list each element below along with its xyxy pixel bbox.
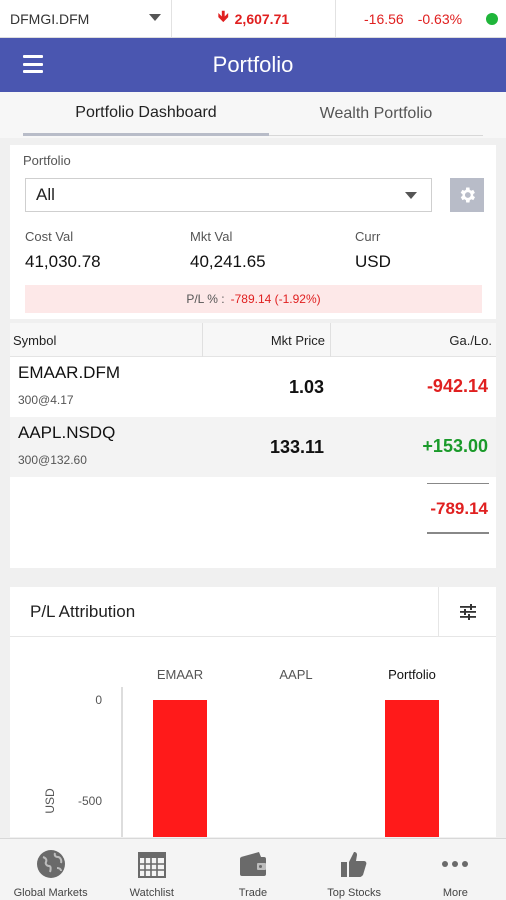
currency-label: Curr — [355, 229, 381, 244]
nav-trade[interactable]: Trade — [202, 839, 303, 900]
cost-val-label: Cost Val — [25, 229, 74, 244]
more-dots-icon — [442, 861, 469, 867]
tab-bar: Portfolio Dashboard Wealth Portfolio — [0, 92, 506, 138]
bar — [385, 700, 439, 837]
globe-icon — [36, 850, 65, 878]
nav-label: Watchlist — [129, 887, 174, 899]
ticker-symbol: DFMGI.DFM — [10, 10, 90, 27]
row-gain-loss: -942.14 — [426, 376, 488, 396]
portfolio-label: Portfolio — [23, 153, 71, 168]
nav-top-stocks[interactable]: Top Stocks — [304, 839, 405, 900]
calendar-grid-icon — [137, 852, 166, 878]
y-tick-label: 0 — [95, 693, 102, 707]
nav-more[interactable]: More — [405, 839, 506, 900]
currency-stat: Curr USD — [355, 229, 391, 272]
portfolio-select[interactable]: All — [25, 178, 432, 212]
portfolio-summary-card: Portfolio All Cost Val 41,030.78 Mkt Val… — [10, 145, 496, 319]
hamburger-menu-icon[interactable] — [23, 55, 43, 73]
row-symbol: AAPL.NSDQ — [18, 423, 116, 442]
tab-portfolio-dashboard[interactable]: Portfolio Dashboard — [23, 92, 269, 136]
ticker-change: -16.56 -0.63% — [336, 11, 506, 27]
row-symbol: EMAAR.DFM — [18, 363, 120, 382]
chevron-down-icon — [405, 192, 417, 199]
y-axis-label: USD — [43, 788, 57, 814]
chart-filter-button[interactable] — [438, 587, 496, 637]
nav-label: Trade — [238, 887, 268, 899]
app-header: Portfolio — [0, 38, 506, 92]
bottom-navigation: Global Markets Watchlist Trade Top Stock… — [0, 838, 506, 900]
x-category-label: AAPL — [279, 667, 312, 682]
nav-watchlist[interactable]: Watchlist — [101, 839, 202, 900]
column-divider — [330, 323, 331, 357]
pl-attribution-header: P/L Attribution — [10, 587, 496, 637]
ticker-bar: DFMGI.DFM 🡻 2,607.71 -16.56 -0.63% — [0, 0, 506, 38]
ticker-change-value: -16.56 — [364, 10, 404, 27]
pl-attribution-title: P/L Attribution — [30, 602, 136, 621]
nav-label: More — [442, 887, 468, 899]
column-header-gain-loss[interactable]: Ga./Lo. — [449, 333, 492, 348]
ticker-last-price: 🡻 2,607.71 — [172, 0, 336, 37]
table-row[interactable]: EMAAR.DFM 300@4.17 1.03 -942.14 — [10, 357, 496, 417]
nav-label: Top Stocks — [327, 887, 382, 899]
column-header-mkt-price[interactable]: Mkt Price — [203, 333, 327, 348]
ticker-change-pct: -0.63% — [417, 10, 463, 27]
sliders-icon — [459, 604, 476, 620]
mkt-val-stat: Mkt Val 40,241.65 — [190, 229, 266, 272]
pl-attribution-chart: 0 -500 USD EMAAR AAPL Portfolio — [10, 637, 496, 837]
row-mkt-price: 133.11 — [269, 437, 324, 457]
total-divider — [427, 483, 489, 484]
cost-val-value: 41,030.78 — [25, 252, 101, 271]
row-holding: 300@4.17 — [18, 393, 74, 407]
row-mkt-price: 1.03 — [288, 377, 324, 397]
chevron-down-icon — [149, 14, 161, 21]
tab-wealth-portfolio[interactable]: Wealth Portfolio — [269, 92, 483, 136]
ticker-symbol-select[interactable]: DFMGI.DFM — [0, 0, 172, 37]
nav-global-markets[interactable]: Global Markets — [0, 839, 101, 900]
ticker-last-value: 2,607.71 — [234, 10, 290, 27]
row-holding: 300@132.60 — [18, 453, 87, 467]
portfolio-settings-button[interactable] — [450, 178, 484, 212]
market-status-indicator — [486, 13, 498, 25]
x-category-label: Portfolio — [388, 667, 436, 682]
currency-value: USD — [355, 252, 391, 271]
total-gain-loss: -789.14 — [430, 499, 488, 518]
bar — [153, 700, 207, 837]
column-header-symbol[interactable]: Symbol — [13, 333, 56, 348]
page-title: Portfolio — [212, 52, 294, 77]
row-gain-loss: +153.00 — [422, 436, 488, 456]
mkt-val-value: 40,241.65 — [190, 252, 266, 271]
pl-summary-bar: P/L % : -789.14 (-1.92%) — [25, 285, 482, 313]
thumbs-up-icon — [341, 852, 367, 877]
pl-value: -789.14 (-1.92%) — [230, 292, 321, 306]
nav-label: Global Markets — [13, 887, 88, 899]
gear-icon — [460, 187, 475, 203]
x-category-label: EMAAR — [157, 667, 203, 682]
total-divider — [427, 532, 489, 534]
pl-label: P/L % : — [186, 292, 225, 306]
mkt-val-label: Mkt Val — [190, 229, 233, 244]
arrow-down-icon: 🡻 — [217, 8, 229, 25]
table-row[interactable]: AAPL.NSDQ 300@132.60 133.11 +153.00 — [10, 417, 496, 477]
bar-chart: 0 -500 USD EMAAR AAPL Portfolio — [43, 667, 439, 837]
table-header: Symbol Mkt Price Ga./Lo. — [10, 323, 496, 357]
holdings-table: Symbol Mkt Price Ga./Lo. EMAAR.DFM 300@4… — [10, 323, 496, 568]
y-tick-label: -500 — [78, 794, 102, 808]
portfolio-select-value: All — [36, 185, 55, 204]
wallet-icon — [239, 852, 266, 876]
cost-val-stat: Cost Val 41,030.78 — [25, 229, 101, 272]
